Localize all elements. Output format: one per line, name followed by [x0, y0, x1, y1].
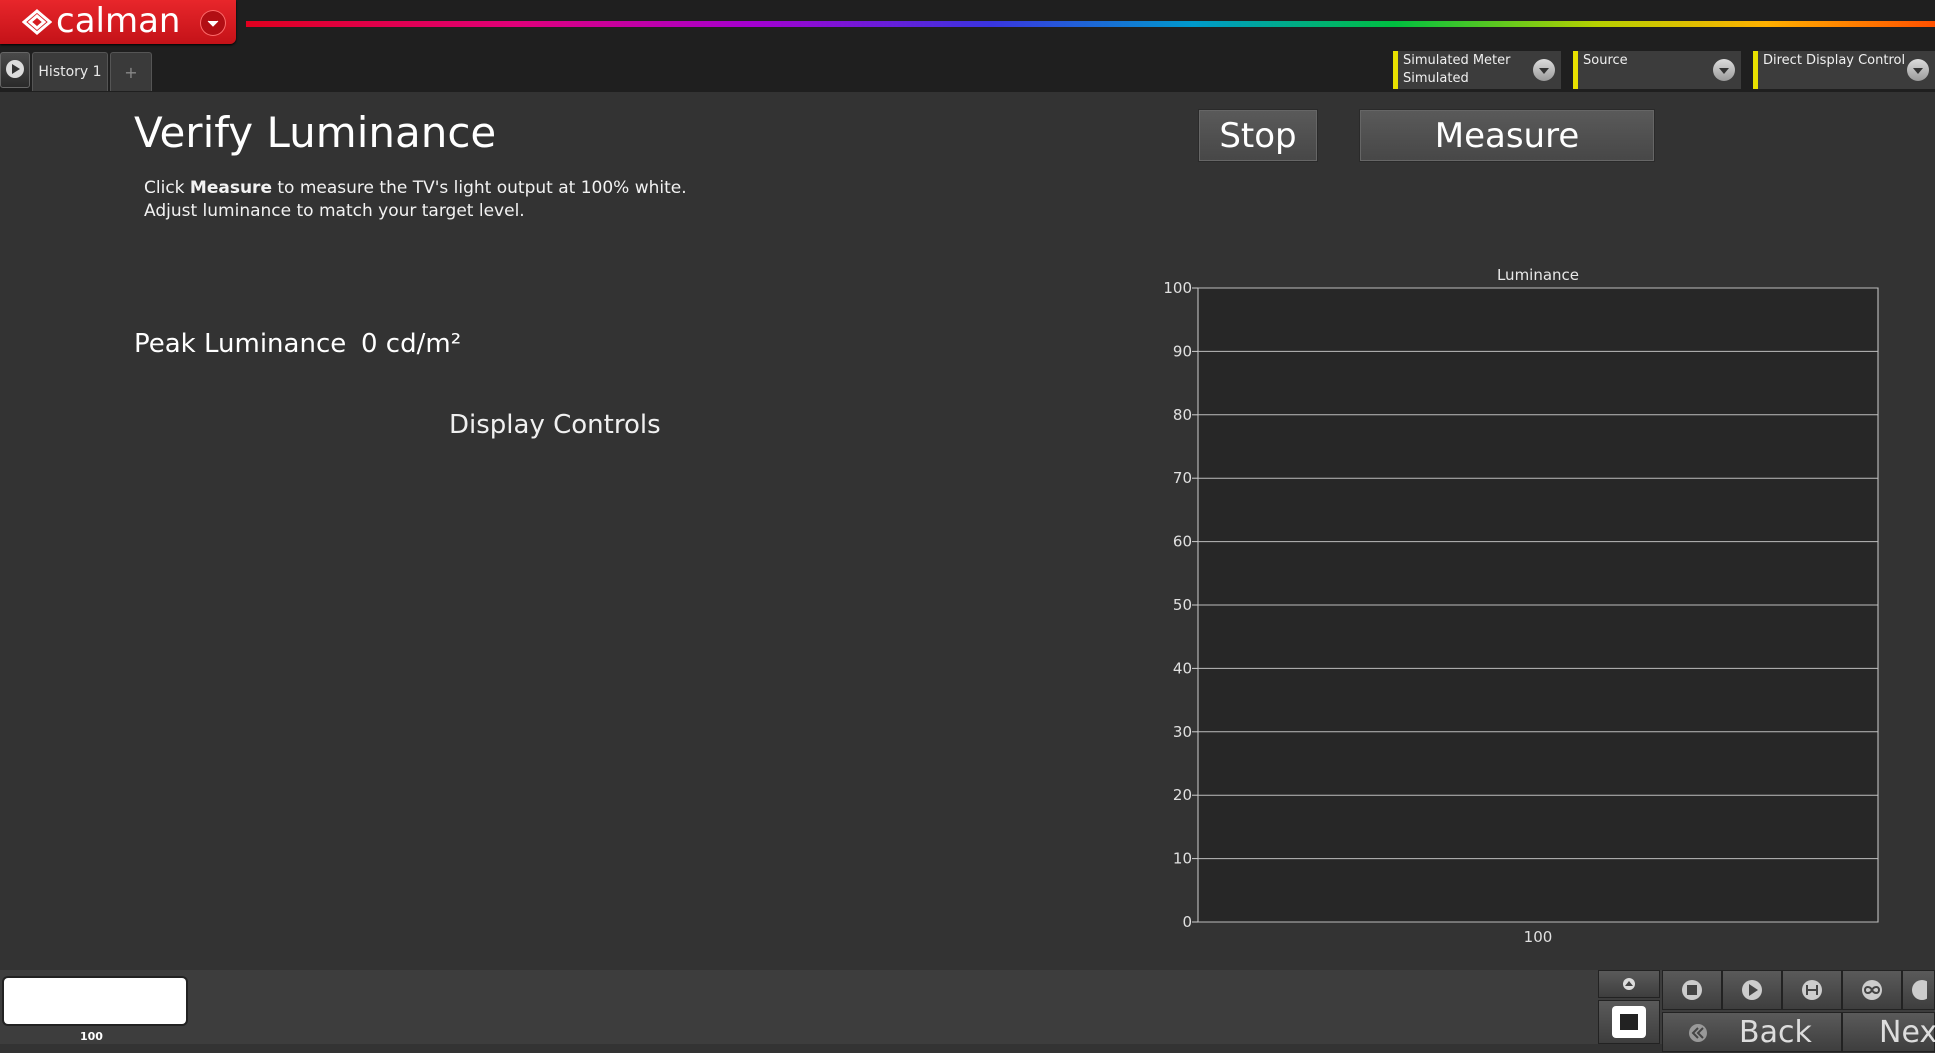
back-label: Back [1739, 1015, 1812, 1050]
peak-luminance-label: Peak Luminance [134, 329, 347, 359]
workflow-expand-button[interactable] [0, 52, 30, 88]
chevron-down-icon[interactable] [1907, 59, 1929, 81]
infinity-icon [1862, 980, 1882, 1000]
y-tick-label: 0 [1182, 913, 1192, 931]
chevron-down-icon[interactable] [200, 10, 226, 36]
stop-square-icon [1612, 1006, 1646, 1038]
continuous-read-button[interactable] [1842, 970, 1902, 1010]
stop-square-button[interactable] [1598, 1000, 1660, 1044]
y-tick-label: 100 [1163, 279, 1192, 297]
next-label: Nex [1879, 1015, 1935, 1050]
desc-suffix: to measure the TV's light output at 100%… [271, 178, 687, 198]
stop-button[interactable]: Stop [1198, 109, 1318, 162]
desc-prefix: Click [144, 178, 190, 198]
calman-menu-button[interactable]: calman [0, 0, 236, 44]
add-tab-button[interactable]: + [110, 52, 152, 91]
measure-button[interactable]: Measure [1359, 109, 1655, 162]
y-tick-label: 60 [1173, 533, 1192, 551]
tab-history-1[interactable]: History 1 [32, 52, 108, 91]
display-controls-heading: Display Controls [449, 410, 661, 440]
source-selector[interactable]: Source [1573, 51, 1741, 89]
page-description: Click Measure to measure the TV's light … [144, 177, 687, 223]
color-swatch[interactable] [4, 978, 186, 1024]
luminance-chart: 0 10 20 30 40 50 60 70 80 90 100 Luminance 100 [1163, 266, 1879, 946]
y-tick-label: 30 [1173, 723, 1192, 741]
y-tick-label: 80 [1173, 406, 1192, 424]
y-tick-label: 20 [1173, 786, 1192, 804]
chevron-down-icon[interactable] [1533, 59, 1555, 81]
eject-icon [1623, 978, 1635, 990]
y-tick-label: 40 [1173, 659, 1192, 677]
y-tick-label: 90 [1173, 342, 1192, 360]
y-tick-label: 50 [1173, 596, 1192, 614]
meter-selector[interactable]: Simulated Meter Simulated [1393, 51, 1561, 89]
read-series-button[interactable] [1782, 970, 1842, 1010]
play-read-button[interactable] [1722, 970, 1782, 1010]
x-tick-label: 100 [1524, 928, 1553, 946]
chart-title: Luminance [1497, 266, 1579, 284]
display-control-selector[interactable]: Direct Display Control [1753, 51, 1935, 89]
y-tick-label: 10 [1173, 850, 1192, 868]
desc-bold: Measure [189, 178, 272, 198]
double-chevron-left-icon [1689, 1024, 1707, 1042]
swatch-label: 100 [80, 1030, 103, 1043]
chevron-down-icon[interactable] [1713, 59, 1735, 81]
read-series-icon [1802, 980, 1822, 1000]
back-button[interactable]: Back [1662, 1012, 1842, 1052]
collapse-button[interactable] [1598, 970, 1660, 998]
page-title: Verify Luminance [134, 108, 497, 157]
peak-luminance-value: 0 cd/m² [361, 329, 462, 359]
play-icon [6, 60, 24, 78]
play-icon [1742, 980, 1762, 1000]
options-icon [1911, 980, 1927, 1000]
calman-logo-icon [22, 9, 52, 35]
calman-logo-text: calman [56, 1, 181, 41]
desc-line2: Adjust luminance to match your target le… [144, 201, 525, 221]
stop-read-button[interactable] [1662, 970, 1722, 1010]
stop-icon [1682, 980, 1702, 1000]
rainbow-divider [246, 21, 1935, 27]
next-button[interactable]: Nex [1842, 1012, 1935, 1052]
more-options-button[interactable] [1902, 970, 1935, 1010]
y-tick-label: 70 [1173, 469, 1192, 487]
